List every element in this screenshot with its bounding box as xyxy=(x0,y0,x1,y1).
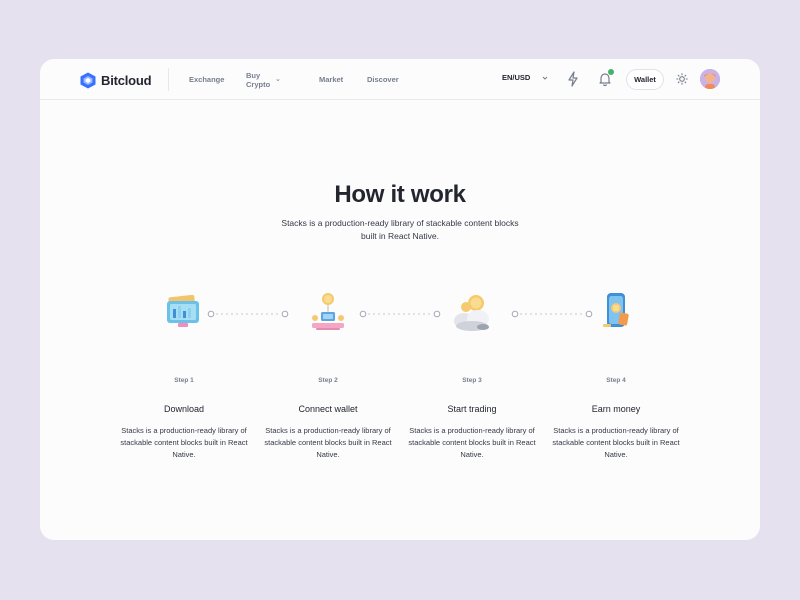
header: Bitcloud Exchange Buy Crypto Market Disc… xyxy=(40,59,760,100)
step-number: Step 4 xyxy=(606,377,626,384)
brand-name: Bitcloud xyxy=(101,72,152,88)
sun-icon[interactable] xyxy=(676,73,688,85)
chevron-down-icon xyxy=(276,78,280,81)
page-subtitle: Stacks is a production-ready library of … xyxy=(281,218,519,241)
hexagon-logo-icon xyxy=(80,72,96,88)
nav-item-label: Buy Crypto xyxy=(246,70,271,89)
download-illustration-icon xyxy=(167,294,199,327)
step-connector xyxy=(207,310,289,318)
avatar-illustration xyxy=(700,69,720,89)
notification-dot xyxy=(608,69,614,75)
nav-item-buy-crypto[interactable]: Buy Crypto xyxy=(246,71,280,89)
chevron-down-icon xyxy=(542,76,548,80)
step-number: Step 3 xyxy=(462,377,482,384)
nav-item-exchange[interactable]: Exchange xyxy=(189,75,224,84)
step-title: Download xyxy=(163,404,205,414)
step-title: Earn money xyxy=(591,404,641,414)
wallet-button[interactable]: Wallet xyxy=(626,69,664,90)
step-number: Step 1 xyxy=(174,377,194,384)
lightning-icon[interactable] xyxy=(566,71,580,87)
language-label: EN/USD xyxy=(502,73,531,82)
header-divider xyxy=(168,68,169,91)
start-trading-illustration-icon xyxy=(454,295,489,331)
step-number: Step 2 xyxy=(318,377,338,384)
brand-logo[interactable]: Bitcloud xyxy=(80,70,152,90)
nav-item-discover[interactable]: Discover xyxy=(367,75,399,84)
step-description: Stacks is a production-ready library of … xyxy=(120,426,248,459)
user-avatar[interactable] xyxy=(700,69,720,89)
nav-item-market[interactable]: Market xyxy=(319,75,343,84)
step-description: Stacks is a production-ready library of … xyxy=(408,426,536,459)
step-description: Stacks is a production-ready library of … xyxy=(264,426,392,459)
step-description: Stacks is a production-ready library of … xyxy=(552,426,680,459)
earn-money-illustration-icon xyxy=(603,293,629,327)
connect-wallet-illustration-icon xyxy=(312,293,344,330)
step-title: Start trading xyxy=(447,404,497,414)
step-connector xyxy=(511,310,593,318)
step-title: Connect wallet xyxy=(298,404,358,414)
steps-section: Step 1 Download Stacks is a production-r… xyxy=(40,291,760,471)
main-card: Bitcloud Exchange Buy Crypto Market Disc… xyxy=(40,59,760,540)
page-title: How it work xyxy=(334,181,466,208)
language-currency-select[interactable]: EN/USD xyxy=(502,73,548,82)
step-connector xyxy=(359,310,441,318)
